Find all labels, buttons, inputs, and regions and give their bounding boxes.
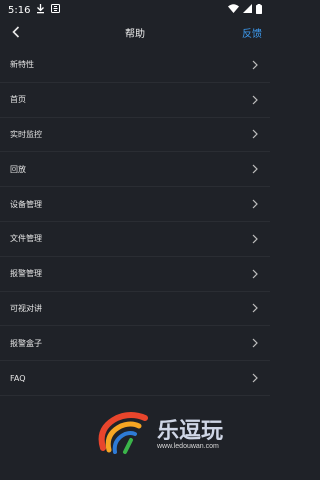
chevron-right-icon	[250, 95, 260, 105]
chevron-right-icon	[250, 338, 260, 348]
menu-item-file-management[interactable]: 文件管理	[0, 222, 270, 257]
watermark-text: 乐逗玩 www.ledouwan.com	[157, 419, 223, 450]
menu-item-label: 实时监控	[10, 129, 42, 139]
menu-item-label: FAQ	[10, 373, 26, 383]
menu-item-device-management[interactable]: 设备管理	[0, 187, 270, 222]
watermark-logo-icon	[95, 408, 153, 460]
chevron-right-icon	[250, 129, 260, 139]
menu-item-new-features[interactable]: 新特性	[0, 48, 270, 83]
chevron-right-icon	[250, 303, 260, 313]
chevron-right-icon	[250, 199, 260, 209]
signal-icon	[243, 4, 252, 16]
menu-item-alarm-box[interactable]: 报警盒子	[0, 326, 270, 362]
back-button[interactable]	[8, 24, 24, 40]
chevron-right-icon	[250, 234, 260, 244]
menu-item-label: 设备管理	[10, 199, 42, 209]
menu-item-label: 报警管理	[10, 269, 42, 279]
watermark-name: 乐逗玩	[157, 417, 224, 444]
chevron-right-icon	[250, 373, 260, 383]
download-icon	[36, 3, 45, 17]
chevron-right-icon	[250, 60, 260, 70]
app-notification-icon	[51, 4, 61, 16]
menu-item-playback[interactable]: 回放	[0, 152, 270, 188]
watermark: 乐逗玩 www.ledouwan.com	[95, 408, 223, 460]
menu-item-video-intercom[interactable]: 可视对讲	[0, 292, 270, 327]
menu-item-label: 回放	[10, 164, 26, 174]
status-time: 5:16	[8, 4, 31, 16]
back-arrow-icon	[12, 26, 20, 38]
wifi-icon	[228, 4, 239, 16]
menu-item-label: 报警盒子	[10, 338, 42, 348]
status-bar: 5:16	[0, 0, 270, 20]
menu-item-alarm-management[interactable]: 报警管理	[0, 257, 270, 292]
battery-icon	[256, 3, 262, 17]
watermark-url: www.ledouwan.com	[157, 442, 219, 450]
page-title: 帮助	[125, 28, 145, 40]
menu-item-label: 可视对讲	[10, 303, 42, 313]
feedback-button[interactable]: 反馈	[242, 25, 262, 40]
menu-item-live-monitor[interactable]: 实时监控	[0, 118, 270, 153]
chevron-right-icon	[250, 164, 260, 174]
menu-item-faq[interactable]: FAQ	[0, 361, 270, 396]
help-menu-list: 新特性 首页 实时监控 回放 设备管理 文件管理 报警管理 可视对讲 报警盒子 …	[0, 48, 270, 396]
chevron-right-icon	[250, 269, 260, 279]
menu-item-home[interactable]: 首页	[0, 83, 270, 118]
menu-item-label: 首页	[10, 95, 26, 105]
app-header: 帮助 反馈	[0, 20, 270, 44]
menu-item-label: 文件管理	[10, 234, 42, 244]
menu-item-label: 新特性	[10, 60, 34, 70]
